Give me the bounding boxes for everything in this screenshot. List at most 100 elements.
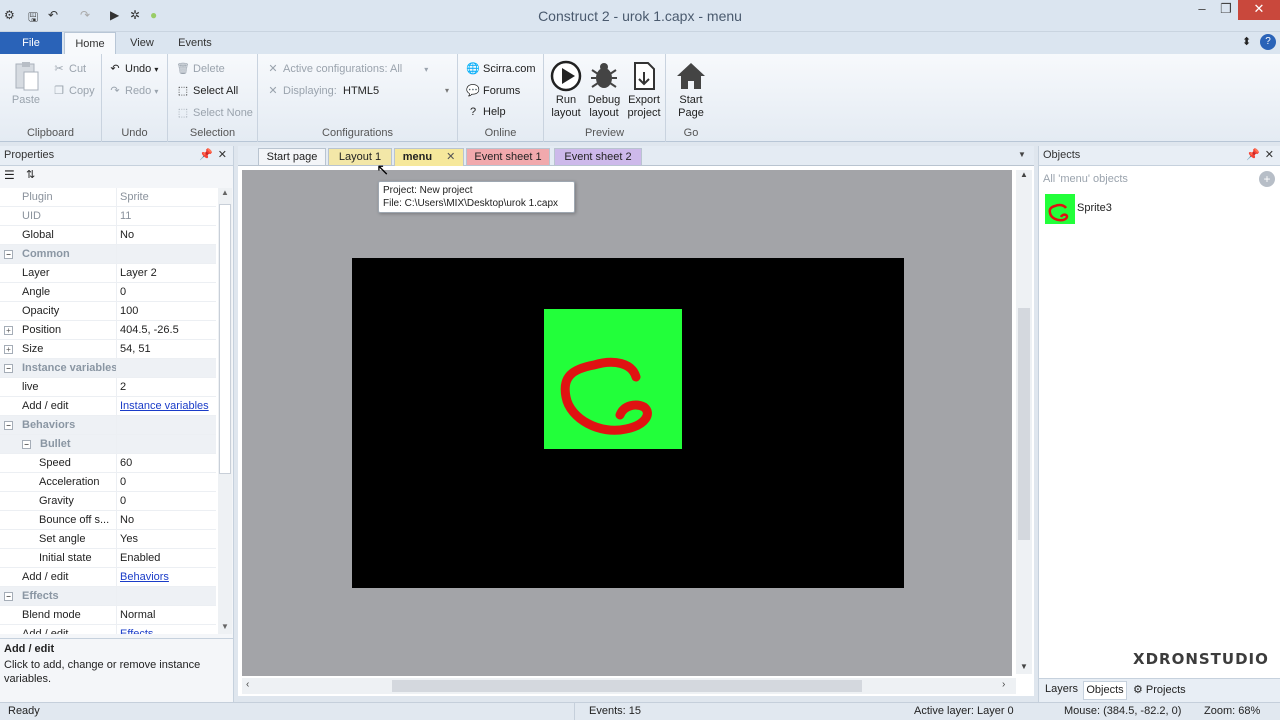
tab-event-sheet-1[interactable]: Event sheet 1 — [466, 148, 550, 165]
property-value[interactable]: Layer 2 — [120, 264, 157, 283]
close-panel-icon[interactable]: ✕ — [218, 146, 227, 164]
undo-button[interactable]: ↶ Undo ▾ — [108, 62, 158, 75]
layout-area[interactable] — [352, 258, 904, 588]
tab-menu[interactable]: menu ✕ — [394, 148, 464, 166]
property-row[interactable]: Initial state Enabled — [0, 549, 216, 568]
hscroll-thumb[interactable] — [392, 680, 862, 692]
property-value[interactable]: 54, 51 — [120, 340, 151, 359]
property-row[interactable]: Global No — [0, 226, 216, 245]
tab-close-icon[interactable]: ✕ — [446, 151, 455, 163]
property-value[interactable]: 404.5, -26.5 — [120, 321, 179, 340]
maximize-button[interactable]: ❐ — [1214, 0, 1238, 20]
property-row[interactable]: Blend mode Normal — [0, 606, 216, 625]
property-value[interactable]: 0 — [120, 492, 126, 511]
property-row[interactable]: Add / edit Behaviors — [0, 568, 216, 587]
property-row[interactable]: Plugin Sprite — [0, 188, 216, 207]
debug-layout-button[interactable]: Debug layout — [586, 60, 622, 120]
start-page-button[interactable]: Start Page — [674, 60, 708, 120]
layout-canvas[interactable] — [242, 170, 1012, 676]
select-all-button[interactable]: ⬚ Select All — [176, 84, 238, 97]
property-link[interactable]: Effects — [120, 625, 153, 634]
scroll-thumb[interactable] — [219, 204, 231, 474]
tab-start-page[interactable]: Start page — [258, 148, 326, 165]
property-row[interactable]: Angle 0 — [0, 283, 216, 302]
copy-button[interactable]: ❐ Copy — [52, 84, 95, 97]
property-row[interactable]: Layer Layer 2 — [0, 264, 216, 283]
property-row[interactable]: Acceleration 0 — [0, 473, 216, 492]
add-object-icon[interactable]: + — [1259, 171, 1275, 187]
ribbon-minimize-icon[interactable]: ⬍ — [1242, 35, 1251, 48]
select-none-button[interactable]: ⬚ Select None — [176, 106, 253, 119]
property-category[interactable]: − Instance variables — [0, 359, 216, 378]
property-row[interactable]: UID 11 — [0, 207, 216, 226]
property-row[interactable]: Add / edit Effects — [0, 625, 216, 634]
property-link[interactable]: Behaviors — [120, 568, 169, 587]
layout-vscroll[interactable]: ▲ ▼ — [1016, 170, 1032, 674]
collapse-icon[interactable]: − — [4, 421, 13, 430]
collapse-icon[interactable]: − — [4, 592, 13, 601]
property-value[interactable]: 11 — [120, 207, 131, 226]
property-category[interactable]: − Bullet — [0, 435, 216, 454]
expand-icon[interactable]: + — [4, 345, 13, 354]
property-row[interactable]: + Size 54, 51 — [0, 340, 216, 359]
tab-layers[interactable]: Layers — [1045, 683, 1078, 695]
property-row[interactable]: Gravity 0 — [0, 492, 216, 511]
sprite3-instance[interactable] — [544, 309, 682, 449]
property-value[interactable]: Sprite — [120, 188, 149, 207]
vscroll-down-icon[interactable]: ▼ — [1020, 662, 1028, 671]
property-value[interactable]: 60 — [120, 454, 132, 473]
property-category[interactable]: − Common — [0, 245, 216, 264]
tab-file[interactable]: File — [0, 32, 62, 55]
displaying-select[interactable]: HTML5 ▾ — [340, 82, 452, 100]
active-configurations-dropdown[interactable]: ✕ Active configurations: All ▾ — [266, 62, 428, 75]
close-button[interactable]: ✕ — [1238, 0, 1280, 20]
collapse-icon[interactable]: − — [22, 440, 31, 449]
help-icon[interactable]: ? — [1260, 34, 1276, 50]
property-value[interactable]: 2 — [120, 378, 126, 397]
property-scrollbar[interactable]: ▲ ▼ — [218, 188, 232, 634]
property-value[interactable]: 100 — [120, 302, 138, 321]
property-row[interactable]: Add / edit Instance variables — [0, 397, 216, 416]
tab-projects[interactable]: ⚙ Projects — [1133, 683, 1186, 696]
tab-objects[interactable]: Objects — [1083, 681, 1127, 700]
hscroll-left-icon[interactable]: ‹ — [246, 679, 249, 690]
collapse-icon[interactable]: − — [4, 364, 13, 373]
property-category[interactable]: − Behaviors — [0, 416, 216, 435]
property-row[interactable]: Set angle Yes — [0, 530, 216, 549]
tab-events[interactable]: Events — [170, 32, 220, 55]
property-row[interactable]: + Position 404.5, -26.5 — [0, 321, 216, 340]
property-value[interactable]: No — [120, 226, 134, 245]
vscroll-up-icon[interactable]: ▲ — [1020, 170, 1028, 179]
categorized-sort-icon[interactable]: ☰ — [4, 168, 15, 182]
run-layout-button[interactable]: Run layout — [548, 60, 584, 120]
vscroll-thumb[interactable] — [1018, 308, 1030, 540]
hscroll-right-icon[interactable]: › — [1002, 679, 1005, 690]
property-value[interactable]: Yes — [120, 530, 138, 549]
export-project-button[interactable]: Export project — [624, 60, 664, 120]
delete-button[interactable]: 🗑 Delete — [176, 62, 225, 75]
collapse-icon[interactable]: − — [4, 250, 13, 259]
help-link[interactable]: ? Help — [466, 106, 506, 118]
property-category[interactable]: − Effects — [0, 587, 216, 606]
property-value[interactable]: No — [120, 511, 134, 530]
object-item-sprite3[interactable]: Sprite3 — [1045, 194, 1275, 224]
property-row[interactable]: Opacity 100 — [0, 302, 216, 321]
property-row[interactable]: Speed 60 — [0, 454, 216, 473]
tab-view[interactable]: View — [122, 32, 162, 55]
layout-hscroll[interactable]: ‹ › — [242, 678, 1016, 694]
alpha-sort-icon[interactable]: ⇅ — [26, 168, 35, 181]
objects-pin-icon[interactable]: 📌 — [1246, 146, 1260, 164]
objects-close-icon[interactable]: ✕ — [1265, 146, 1274, 164]
paste-button[interactable]: Paste — [8, 60, 44, 107]
scroll-down-icon[interactable]: ▼ — [221, 622, 229, 631]
property-row[interactable]: live 2 — [0, 378, 216, 397]
property-value[interactable]: Normal — [120, 606, 155, 625]
scroll-up-icon[interactable]: ▲ — [221, 188, 229, 197]
forums-link[interactable]: 💬 Forums — [466, 84, 520, 97]
pin-icon[interactable]: 📌 — [199, 146, 213, 164]
scirra-link[interactable]: 🌐 Scirra.com — [466, 62, 535, 75]
minimize-button[interactable]: – — [1190, 0, 1214, 20]
expand-icon[interactable]: + — [4, 326, 13, 335]
property-row[interactable]: Bounce off s... No — [0, 511, 216, 530]
tab-home[interactable]: Home — [64, 32, 116, 55]
